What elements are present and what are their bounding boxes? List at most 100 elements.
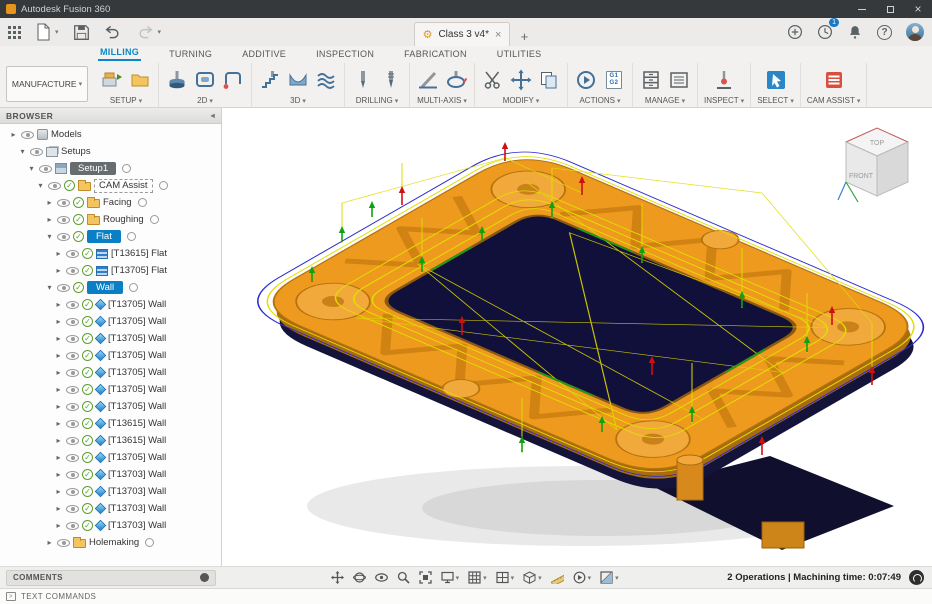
ribbon-group-label-multi-axis[interactable]: MULTI-AXIS	[417, 96, 467, 105]
ribbon-group-label-2d[interactable]: 2D	[197, 96, 213, 105]
swarf-icon[interactable]	[416, 68, 440, 92]
user-avatar[interactable]	[904, 21, 926, 43]
2d-contour-icon[interactable]	[221, 68, 245, 92]
tree-row[interactable]: ✓ Setup1	[0, 160, 221, 177]
visual-style-icon[interactable]	[521, 569, 544, 587]
probe-inspect-icon[interactable]	[712, 68, 736, 92]
expand-arrow-icon[interactable]	[18, 147, 27, 156]
ribbon-group-label-drilling[interactable]: DRILLING	[356, 96, 398, 105]
text-commands-bar[interactable]: TEXT COMMANDS	[0, 588, 932, 604]
ribbon-group-label-cam-assist[interactable]: CAM ASSIST	[807, 96, 861, 105]
comments-bar[interactable]: COMMENTS	[6, 570, 216, 586]
tree-row[interactable]: ✓ [T13703] Wall	[0, 483, 221, 500]
tree-row[interactable]: ✓ [T13703] Wall	[0, 466, 221, 483]
visibility-eye-icon[interactable]	[66, 454, 79, 462]
expand-arrow-icon[interactable]	[54, 266, 63, 275]
3d-pocket-icon[interactable]	[286, 68, 310, 92]
visibility-eye-icon[interactable]	[66, 267, 79, 275]
tree-row[interactable]: ✓ Roughing	[0, 211, 221, 228]
visibility-eye-icon[interactable]	[66, 522, 79, 530]
visibility-eye-icon[interactable]	[57, 539, 70, 547]
maximize-button[interactable]	[876, 0, 904, 18]
tool-library-icon[interactable]	[639, 68, 663, 92]
expand-arrow-icon[interactable]	[54, 504, 63, 513]
new-setup-icon[interactable]	[100, 68, 124, 92]
ribbon-group-label-actions[interactable]: ACTIONS	[579, 96, 620, 105]
expand-arrow-icon[interactable]	[54, 470, 63, 479]
tree-row[interactable]: ✓ [T13705] Wall	[0, 398, 221, 415]
2d-pocket-icon[interactable]	[193, 68, 217, 92]
post-process-icon[interactable]: G1G2	[602, 68, 626, 92]
simulate-icon[interactable]	[574, 68, 598, 92]
expand-arrow-icon[interactable]	[54, 419, 63, 428]
ribbon-group-label-manage[interactable]: MANAGE	[645, 96, 685, 105]
tap-icon[interactable]	[379, 68, 403, 92]
measure-icon[interactable]	[549, 569, 566, 587]
expand-arrow-icon[interactable]	[45, 198, 54, 207]
cam-assist-icon[interactable]	[822, 68, 846, 92]
ribbon-group-label-inspect[interactable]: INSPECT	[704, 96, 744, 105]
visibility-eye-icon[interactable]	[66, 318, 79, 326]
tree-row[interactable]: ✓ [T13615] Wall	[0, 432, 221, 449]
parallel-icon[interactable]	[314, 68, 338, 92]
view-cube-front-label[interactable]: FRONT	[849, 173, 874, 180]
display-settings-icon[interactable]	[439, 569, 462, 587]
extensions-icon[interactable]	[785, 21, 805, 43]
help-icon[interactable]: ?	[875, 21, 894, 43]
visibility-eye-icon[interactable]	[66, 369, 79, 377]
ribbon-group-label-select[interactable]: SELECT	[757, 96, 794, 105]
expand-arrow-icon[interactable]	[54, 402, 63, 411]
expand-arrow-icon[interactable]	[54, 487, 63, 496]
visibility-eye-icon[interactable]	[66, 488, 79, 496]
visibility-eye-icon[interactable]	[66, 505, 79, 513]
data-panel-grid-icon[interactable]	[6, 21, 23, 43]
tree-row[interactable]: ✓ [T13703] Wall	[0, 517, 221, 534]
tree-row[interactable]: ✓ Wall	[0, 279, 221, 296]
visibility-eye-icon[interactable]	[57, 233, 70, 241]
visibility-eye-icon[interactable]	[66, 250, 79, 258]
orbit-icon[interactable]	[351, 569, 368, 587]
tree-row[interactable]: ✓ [T13705] Wall	[0, 449, 221, 466]
tree-row[interactable]: ✓ [T13705] Wall	[0, 381, 221, 398]
visibility-eye-icon[interactable]	[66, 420, 79, 428]
expand-arrow-icon[interactable]	[54, 249, 63, 258]
duplicate-icon[interactable]	[537, 68, 561, 92]
look-at-icon[interactable]	[373, 569, 390, 587]
expand-arrow-icon[interactable]	[54, 317, 63, 326]
undo-icon[interactable]	[102, 21, 124, 43]
viewports-icon[interactable]	[494, 569, 517, 587]
ribbon-tab[interactable]: FABRICATION	[402, 49, 469, 61]
tree-row[interactable]: ✓ Setups	[0, 143, 221, 160]
view-cube-top-label[interactable]: TOP	[870, 140, 885, 147]
expand-arrow-icon[interactable]	[9, 130, 18, 139]
visibility-eye-icon[interactable]	[66, 386, 79, 394]
save-icon[interactable]	[71, 21, 92, 43]
rotary-icon[interactable]	[444, 68, 468, 92]
workspace-switcher-button[interactable]: MANUFACTURE	[6, 66, 88, 102]
ribbon-tab[interactable]: ADDITIVE	[240, 49, 288, 61]
new-tab-button[interactable]	[514, 26, 534, 46]
expand-arrow-icon[interactable]	[54, 436, 63, 445]
section-icon[interactable]	[598, 569, 621, 587]
expand-arrow-icon[interactable]	[54, 300, 63, 309]
comments-toggle-icon[interactable]	[200, 573, 209, 582]
pan-icon[interactable]	[329, 569, 346, 587]
ribbon-tab[interactable]: INSPECTION	[314, 49, 376, 61]
browser-collapse-icon[interactable]	[211, 111, 215, 120]
visibility-eye-icon[interactable]	[39, 165, 52, 173]
tree-row[interactable]: ✓ [T13705] Wall	[0, 313, 221, 330]
tree-row[interactable]: ✓ [T13705] Wall	[0, 330, 221, 347]
expand-arrow-icon[interactable]	[54, 521, 63, 530]
tree-row[interactable]: ✓ [T13705] Wall	[0, 347, 221, 364]
new-folder-icon[interactable]	[128, 68, 152, 92]
tree-row[interactable]: ✓ [T13705] Flat	[0, 262, 221, 279]
expand-arrow-icon[interactable]	[54, 453, 63, 462]
expand-arrow-icon[interactable]	[54, 385, 63, 394]
tree-row[interactable]: ✓ Holemaking	[0, 534, 221, 551]
simulate-player-icon[interactable]	[571, 569, 594, 587]
tree-row[interactable]: ✓ Flat	[0, 228, 221, 245]
visibility-eye-icon[interactable]	[48, 182, 61, 190]
close-button[interactable]	[904, 0, 932, 18]
redo-icon[interactable]	[134, 21, 164, 43]
visibility-eye-icon[interactable]	[66, 403, 79, 411]
